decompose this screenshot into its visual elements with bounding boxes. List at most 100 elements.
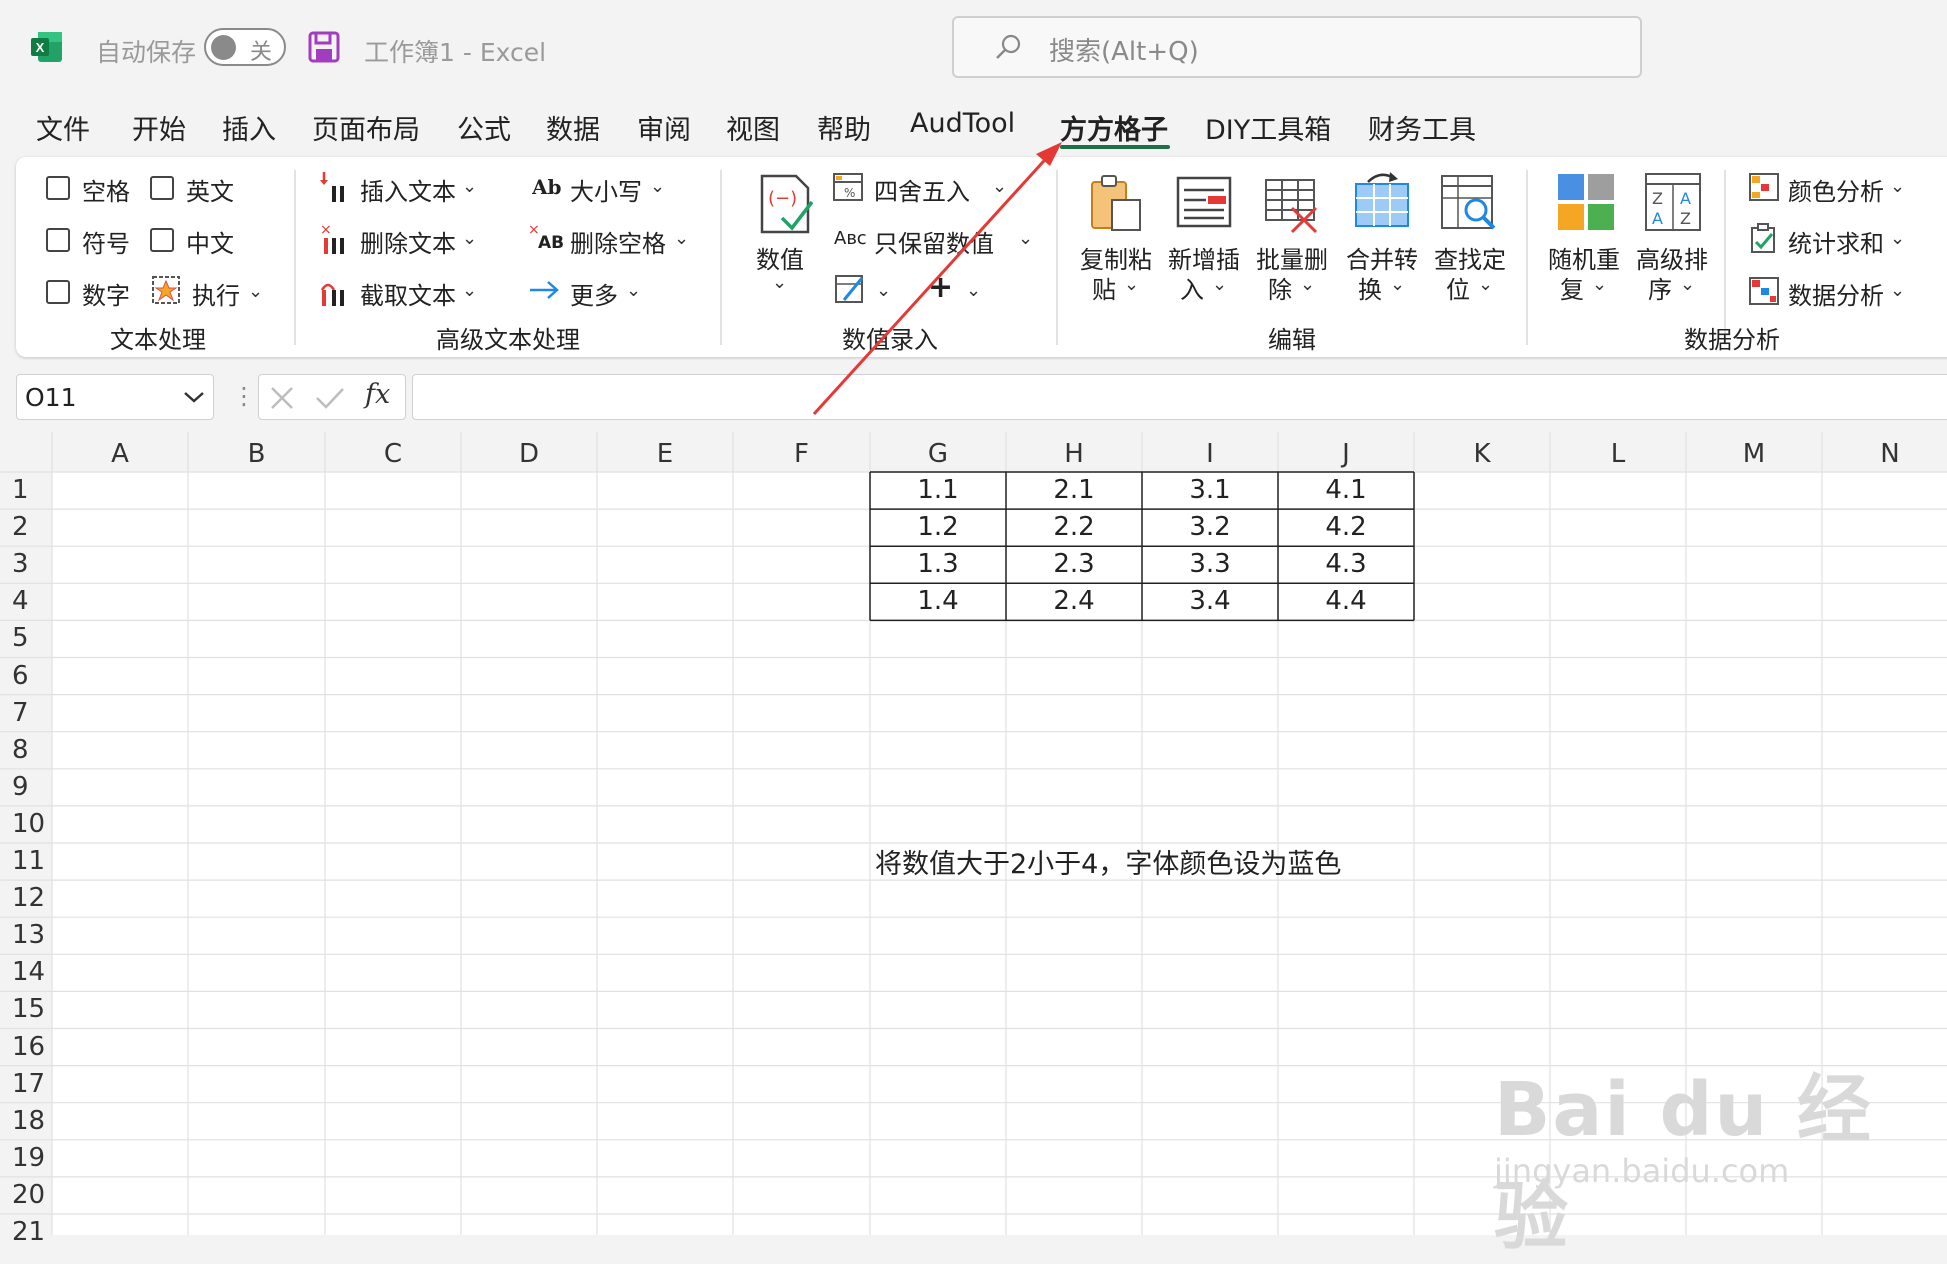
row-header-3[interactable]: 3	[0, 546, 52, 583]
formula-input[interactable]	[412, 374, 1947, 420]
checkbox-space[interactable]	[46, 176, 70, 200]
table-cell[interactable]: 3.4	[1142, 583, 1278, 620]
execute-button[interactable]: 执行	[192, 276, 240, 311]
checkbox-symbol[interactable]	[46, 228, 70, 252]
random-repeat-line1[interactable]: 随机重	[1548, 240, 1620, 275]
tab-review[interactable]: 审阅	[637, 108, 691, 147]
row-header-12[interactable]: 12	[0, 880, 52, 917]
table-cell[interactable]: 2.2	[1006, 509, 1142, 546]
delete-spaces-button[interactable]: 删除空格	[570, 224, 666, 259]
chevron-down-icon[interactable]: ⌄	[1300, 274, 1315, 295]
batch-delete-line2[interactable]: 除	[1268, 270, 1292, 305]
column-header-n[interactable]: N	[1822, 432, 1947, 470]
row-header-19[interactable]: 19	[0, 1140, 52, 1177]
more-button[interactable]: 更多	[570, 276, 618, 311]
insert-new-line1[interactable]: 新增插	[1168, 240, 1240, 275]
case-button[interactable]: 大小写	[570, 172, 642, 207]
column-header-b[interactable]: B	[188, 432, 325, 470]
row-header-13[interactable]: 13	[0, 917, 52, 954]
column-header-f[interactable]: F	[733, 432, 870, 470]
chevron-down-icon[interactable]: ⌄	[772, 272, 787, 293]
random-repeat-line2[interactable]: 复	[1560, 270, 1584, 305]
merge-convert-line2[interactable]: 换	[1358, 270, 1382, 305]
insert-text-button[interactable]: 插入文本	[360, 172, 456, 207]
column-header-m[interactable]: M	[1686, 432, 1822, 470]
column-header-e[interactable]: E	[597, 432, 733, 470]
row-header-20[interactable]: 20	[0, 1177, 52, 1214]
row-header-6[interactable]: 6	[0, 658, 52, 695]
row-header-9[interactable]: 9	[0, 769, 52, 806]
instruction-note[interactable]: 将数值大于2小于4，字体颜色设为蓝色	[875, 842, 1341, 881]
column-header-a[interactable]: A	[52, 432, 188, 470]
chevron-down-icon[interactable]: ⌄	[1592, 274, 1607, 295]
row-header-4[interactable]: 4	[0, 583, 52, 620]
column-header-d[interactable]: D	[461, 432, 597, 470]
find-locate-line1[interactable]: 查找定	[1434, 240, 1506, 275]
table-cell[interactable]: 2.3	[1006, 546, 1142, 583]
cancel-icon[interactable]	[269, 385, 295, 411]
row-header-14[interactable]: 14	[0, 954, 52, 991]
row-header-1[interactable]: 1	[0, 472, 52, 509]
delete-text-button[interactable]: 删除文本	[360, 224, 456, 259]
row-header-11[interactable]: 11	[0, 843, 52, 880]
chevron-down-icon[interactable]: ⌄	[462, 280, 477, 301]
tab-file[interactable]: 文件	[36, 108, 90, 147]
column-header-c[interactable]: C	[325, 432, 461, 470]
table-cell[interactable]: 3.1	[1142, 472, 1278, 509]
chevron-down-icon[interactable]: ⌄	[1124, 274, 1139, 295]
row-header-18[interactable]: 18	[0, 1103, 52, 1140]
color-analysis-button[interactable]: 颜色分析	[1788, 172, 1884, 207]
chevron-down-icon[interactable]: ⌄	[1212, 274, 1227, 295]
table-cell[interactable]: 3.2	[1142, 509, 1278, 546]
row-header-21[interactable]: 21	[0, 1214, 52, 1251]
table-cell[interactable]: 1.2	[870, 509, 1006, 546]
advanced-sort-line2[interactable]: 序	[1648, 270, 1672, 305]
table-cell[interactable]: 1.3	[870, 546, 1006, 583]
table-cell[interactable]: 3.3	[1142, 546, 1278, 583]
tab-finance-tools[interactable]: 财务工具	[1368, 108, 1476, 147]
column-header-k[interactable]: K	[1414, 432, 1550, 470]
chevron-down-icon[interactable]: ⌄	[1680, 274, 1695, 295]
value-button[interactable]: 数值	[756, 240, 804, 275]
chevron-down-icon[interactable]: ⌄	[1890, 280, 1905, 301]
merge-convert-line1[interactable]: 合并转	[1346, 240, 1418, 275]
column-header-h[interactable]: H	[1006, 432, 1142, 470]
tab-diy-toolbox[interactable]: DIY工具箱	[1205, 108, 1331, 147]
table-cell[interactable]: 4.1	[1278, 472, 1414, 509]
tab-data[interactable]: 数据	[546, 108, 600, 147]
copy-paste-line2[interactable]: 贴	[1092, 270, 1116, 305]
search-box[interactable]: 搜索(Alt+Q)	[952, 16, 1642, 78]
chevron-down-icon[interactable]: ⌄	[462, 228, 477, 249]
row-header-8[interactable]: 8	[0, 732, 52, 769]
column-header-l[interactable]: L	[1550, 432, 1686, 470]
table-cell[interactable]: 4.2	[1278, 509, 1414, 546]
chevron-down-icon[interactable]: ⌄	[650, 176, 665, 197]
insert-new-line2[interactable]: 入	[1180, 270, 1204, 305]
stat-sum-button[interactable]: 统计求和	[1788, 224, 1884, 259]
table-cell[interactable]: 2.1	[1006, 472, 1142, 509]
row-header-17[interactable]: 17	[0, 1066, 52, 1103]
chevron-down-icon[interactable]	[183, 389, 205, 405]
checkbox-number[interactable]	[46, 280, 70, 304]
row-header-5[interactable]: 5	[0, 620, 52, 657]
chevron-down-icon[interactable]: ⌄	[462, 176, 477, 197]
tab-view[interactable]: 视图	[726, 108, 780, 147]
chevron-down-icon[interactable]: ⌄	[1390, 274, 1405, 295]
table-cell[interactable]: 4.4	[1278, 583, 1414, 620]
chevron-down-icon[interactable]: ⌄	[1478, 274, 1493, 295]
function-icon[interactable]: fx	[365, 379, 390, 410]
chevron-down-icon[interactable]: ⌄	[1890, 228, 1905, 249]
row-header-10[interactable]: 10	[0, 806, 52, 843]
table-cell[interactable]: 4.3	[1278, 546, 1414, 583]
checkbox-english[interactable]	[150, 176, 174, 200]
row-header-7[interactable]: 7	[0, 695, 52, 732]
chevron-down-icon[interactable]: ⌄	[626, 280, 641, 301]
column-header-j[interactable]: J	[1278, 432, 1414, 470]
chevron-down-icon[interactable]: ⌄	[1890, 176, 1905, 197]
save-icon[interactable]	[308, 31, 340, 63]
name-box[interactable]: O11	[16, 374, 214, 420]
row-header-15[interactable]: 15	[0, 991, 52, 1028]
copy-paste-line1[interactable]: 复制粘	[1080, 240, 1152, 275]
tab-home[interactable]: 开始	[132, 108, 186, 147]
autosave-toggle[interactable]: 关	[204, 28, 286, 66]
